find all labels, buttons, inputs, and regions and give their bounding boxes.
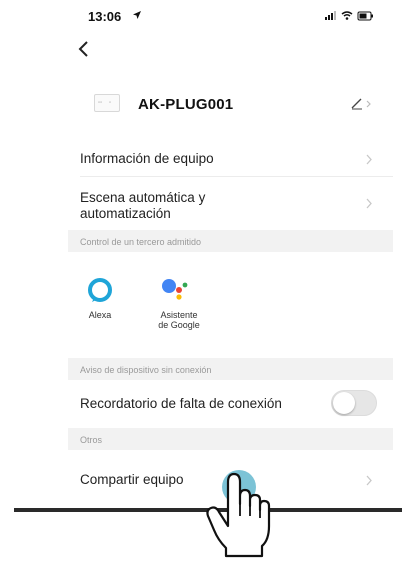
hand-pointer-icon [206,472,271,558]
offline-reminder-row: Recordatorio de falta de conexión [68,382,393,426]
device-name: AK-PLUG001 [138,96,234,113]
toggle-knob [333,392,355,414]
share-device-label: Compartir equipo [80,472,184,487]
wifi-icon [341,11,353,20]
phone-screen: 13:06 ▫▫ ▫ AK-PLUG001 Información de equ… [68,0,393,510]
status-time: 13:06 [88,9,122,24]
battery-icon [357,11,373,21]
status-icons [325,11,373,21]
chevron-right-icon [366,475,372,486]
status-bar: 13:06 [68,0,393,30]
signal-icon [325,11,336,20]
edit-pencil-icon[interactable] [351,98,373,110]
device-info-label: Información de equipo [80,151,214,166]
google-assistant-icon [162,279,188,300]
offline-reminder-label: Recordatorio de falta de conexión [80,396,282,411]
chevron-right-icon [366,198,372,209]
device-header[interactable]: ▫▫ ▫ AK-PLUG001 [68,80,393,130]
device-info-row[interactable]: Información de equipo [68,143,393,175]
offline-header: Aviso de dispositivo sin conexión [80,365,212,375]
back-chevron-icon[interactable] [74,38,94,60]
location-arrow-icon [133,11,141,19]
others-header: Otros [80,435,103,445]
divider [80,176,393,177]
alexa-icon [88,278,112,302]
third-party-section-header: Control de un tercero admitido [68,230,393,252]
third-party-header: Control de un tercero admitido [80,237,202,247]
service-label: Alexa [88,310,112,320]
offline-section-header: Aviso de dispositivo sin conexión [68,358,393,380]
device-plug-icon: ▫▫ ▫ [94,94,120,112]
offline-reminder-toggle[interactable] [331,390,377,416]
auto-scene-label: Escena automática y automatización [80,190,206,221]
auto-scene-row[interactable]: Escena automática y automatización [68,180,393,228]
service-label: Asistente de Google [158,310,200,330]
chevron-right-icon [366,154,372,165]
others-section-header: Otros [68,428,393,450]
